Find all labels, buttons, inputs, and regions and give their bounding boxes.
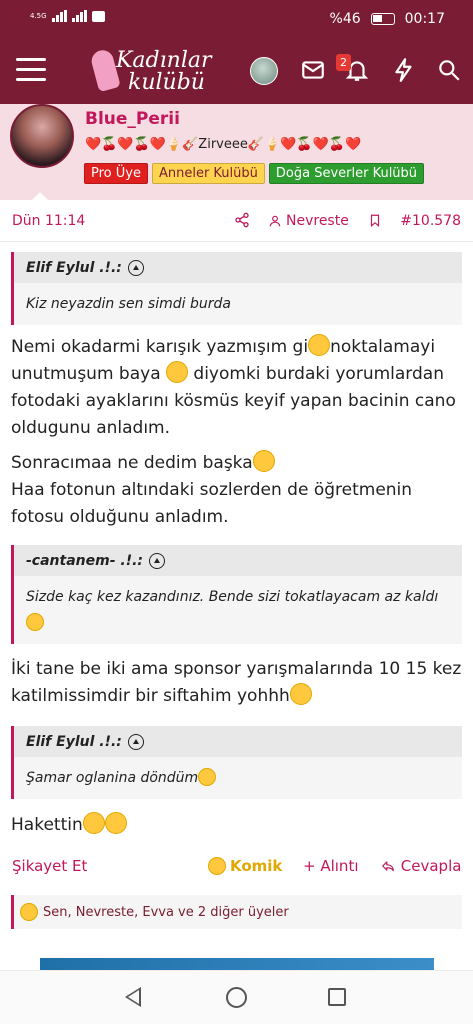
post-actions: Şikayet Et Komik + Alıntı Cevapla [0,852,473,882]
author-badges: Pro Üye Anneler Kulübü Doğa Severler Kul… [84,163,425,184]
arrow-up-icon[interactable] [127,733,144,750]
quote-block: Elif Eylul .!.: Şamar oglanina döndüm [11,726,462,799]
funny-label: Komik [230,857,283,875]
quote-button[interactable]: + Alıntı [303,857,359,875]
search-icon[interactable] [436,57,462,83]
grin-emoji-icon [166,361,189,383]
quote-block: -cantanem- .!.: Sizde kaç kez kazandınız… [11,545,462,644]
text-segment: Hakettin [11,815,83,835]
signal-icon-2 [71,10,87,22]
post-paragraph: Sonracımaa ne dedim başka Haa fotonun al… [11,450,466,531]
slap-emoji-icon [26,613,44,631]
badge-pro[interactable]: Pro Üye [84,163,148,184]
text-segment: noktalamayi [330,337,436,357]
rofl-emoji-icon [104,812,127,834]
battery-icon [370,13,395,25]
quote-author: Elif Eylul .!.: [26,259,122,276]
bookmark-icon[interactable] [368,212,382,229]
arrow-up-icon[interactable] [149,552,166,569]
grimace-emoji-icon [198,768,217,786]
quote-text: Sizde kaç kez kazandınız. Bende sizi tok… [14,576,462,644]
thinking-emoji-icon [252,450,275,472]
system-nav-bar [0,970,473,1024]
text-segment: İki tane be iki ama sponsor yarışmaların… [11,659,462,706]
author-avatar[interactable] [10,104,74,168]
quote-block: Elif Eylul .!.: Kiz neyazdin sen simdi b… [11,252,462,325]
arrow-up-icon[interactable] [127,259,144,276]
post-meta: Dün 11:14 Nevreste #10.578 [0,200,473,242]
network-type: 4.5G [30,11,47,20]
message-icon [91,10,105,22]
badge-mothers-club[interactable]: Anneler Kulübü [151,163,265,184]
menu-icon[interactable] [16,58,46,82]
rofl-emoji-icon [308,334,331,356]
post-author-block: Blue_Perii ❤️🍒❤️🍒❤️🍦🎸Zirveee🎸🍦❤️🍒❤️🍒❤️ P… [0,104,473,202]
site-logo[interactable]: Kadınlar kulübü [89,44,224,98]
rofl-emoji-icon [20,903,38,921]
post-number[interactable]: #10.578 [400,213,461,229]
author-tagline: ❤️🍒❤️🍒❤️🍦🎸Zirveee🎸🍦❤️🍒❤️🍒❤️ [85,137,362,152]
share-icon[interactable] [234,212,250,228]
clock: 00:17 [404,11,445,27]
sunglasses-emoji-icon [82,812,105,834]
ad-banner[interactable] [40,958,434,970]
status-bar: 4.5G %46 00:17 [0,0,473,38]
text-segment: unutmuşum baya [11,364,167,384]
text-segment: Sonracımaa ne dedim başka [11,453,253,473]
quote-header[interactable]: Elif Eylul .!.: [14,726,462,757]
user-avatar[interactable] [250,57,278,85]
signal-icon [51,10,67,22]
reply-button[interactable]: Cevapla [380,857,461,875]
author-name: Nevreste [286,213,349,229]
app-header: Kadınlar kulübü [0,38,473,104]
back-icon[interactable] [125,987,141,1007]
post-paragraph: Hakettin [11,812,466,839]
badge-nature-club[interactable]: Doğa Severler Kulübü [268,163,425,184]
notification-badge: 2 [336,54,351,71]
post-author-link[interactable]: Nevreste [268,213,349,229]
user-icon [269,215,281,227]
author-username[interactable]: Blue_Perii [85,109,180,129]
reactions-summary[interactable]: Sen, Nevreste, Evva ve 2 diğer üyeler [11,895,462,929]
reactions-text: Sen, Nevreste, Evva ve 2 diğer üyeler [43,904,289,920]
report-button[interactable]: Şikayet Et [12,857,87,875]
text-segment: Haa fotonun altındaki sozlerden de öğret… [11,480,413,527]
mail-icon[interactable] [300,57,326,83]
post-date[interactable]: Dün 11:14 [12,213,85,229]
hushed-emoji-icon [289,683,312,705]
quote-text: Şamar oglanina döndüm [14,757,462,799]
quote-header[interactable]: Elif Eylul .!.: [14,252,462,283]
logo-line2: kulübü [128,70,205,95]
home-icon[interactable] [226,987,247,1008]
quote-text: Kiz neyazdin sen simdi burda [26,296,231,312]
quote-author: Elif Eylul .!.: [26,733,122,750]
quote-text-segment: Şamar oglanina döndüm [26,770,199,786]
quote-author: -cantanem- .!.: [26,552,144,569]
funny-reaction-button[interactable]: Komik [208,857,282,875]
quote-text-segment: Sizde kaç kez kazandınız. Bende sizi tok… [26,589,439,605]
reply-label: Cevapla [400,857,462,875]
post-paragraph: Nemi okadarmi karışık yazmışım gi noktala… [11,334,466,442]
quote-header[interactable]: -cantanem- .!.: [14,545,462,576]
rofl-emoji-icon [208,857,226,875]
recent-apps-icon[interactable] [328,988,346,1006]
lightning-icon[interactable] [391,57,417,83]
text-segment: Nemi okadarmi karışık yazmışım gi [11,337,309,357]
post-paragraph: İki tane be iki ama sponsor yarışmaların… [11,656,466,710]
reply-icon [382,861,394,872]
battery-percent: %46 [329,11,361,27]
